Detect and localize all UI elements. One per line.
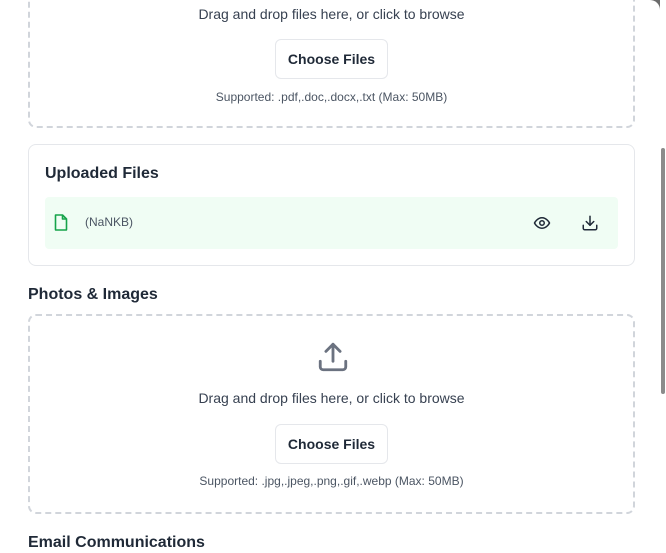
file-icon <box>54 214 68 231</box>
dropzone-instruction: Drag and drop files here, or click to br… <box>198 390 465 406</box>
download-icon <box>582 215 598 231</box>
dropzone-instruction: Drag and drop files here, or click to br… <box>198 6 465 22</box>
email-section-title: Email Communications <box>28 534 205 551</box>
uploaded-files-card: Uploaded Files (NaNKB) <box>28 144 635 266</box>
download-button[interactable] <box>578 211 602 235</box>
scrollbar-thumb[interactable] <box>661 148 665 394</box>
photos-dropzone[interactable]: Drag and drop files here, or click to br… <box>28 314 635 514</box>
upload-icon <box>318 342 348 372</box>
choose-files-button[interactable]: Choose Files <box>275 39 388 79</box>
supported-formats: Supported: .jpg,.jpeg,.png,.gif,.webp (M… <box>199 474 464 488</box>
choose-files-button[interactable]: Choose Files <box>275 424 388 464</box>
file-row: (NaNKB) <box>45 197 618 249</box>
upload-panel: Drag and drop files here, or click to br… <box>0 0 660 553</box>
uploaded-files-title: Uploaded Files <box>45 165 159 182</box>
photos-section-title: Photos & Images <box>28 286 158 303</box>
eye-icon <box>533 217 551 229</box>
scrollbar[interactable] <box>660 0 666 553</box>
documents-dropzone[interactable]: Drag and drop files here, or click to br… <box>28 0 635 128</box>
supported-formats: Supported: .pdf,.doc,.docx,.txt (Max: 50… <box>215 90 448 104</box>
preview-button[interactable] <box>530 211 554 235</box>
file-size: (NaNKB) <box>85 215 134 229</box>
